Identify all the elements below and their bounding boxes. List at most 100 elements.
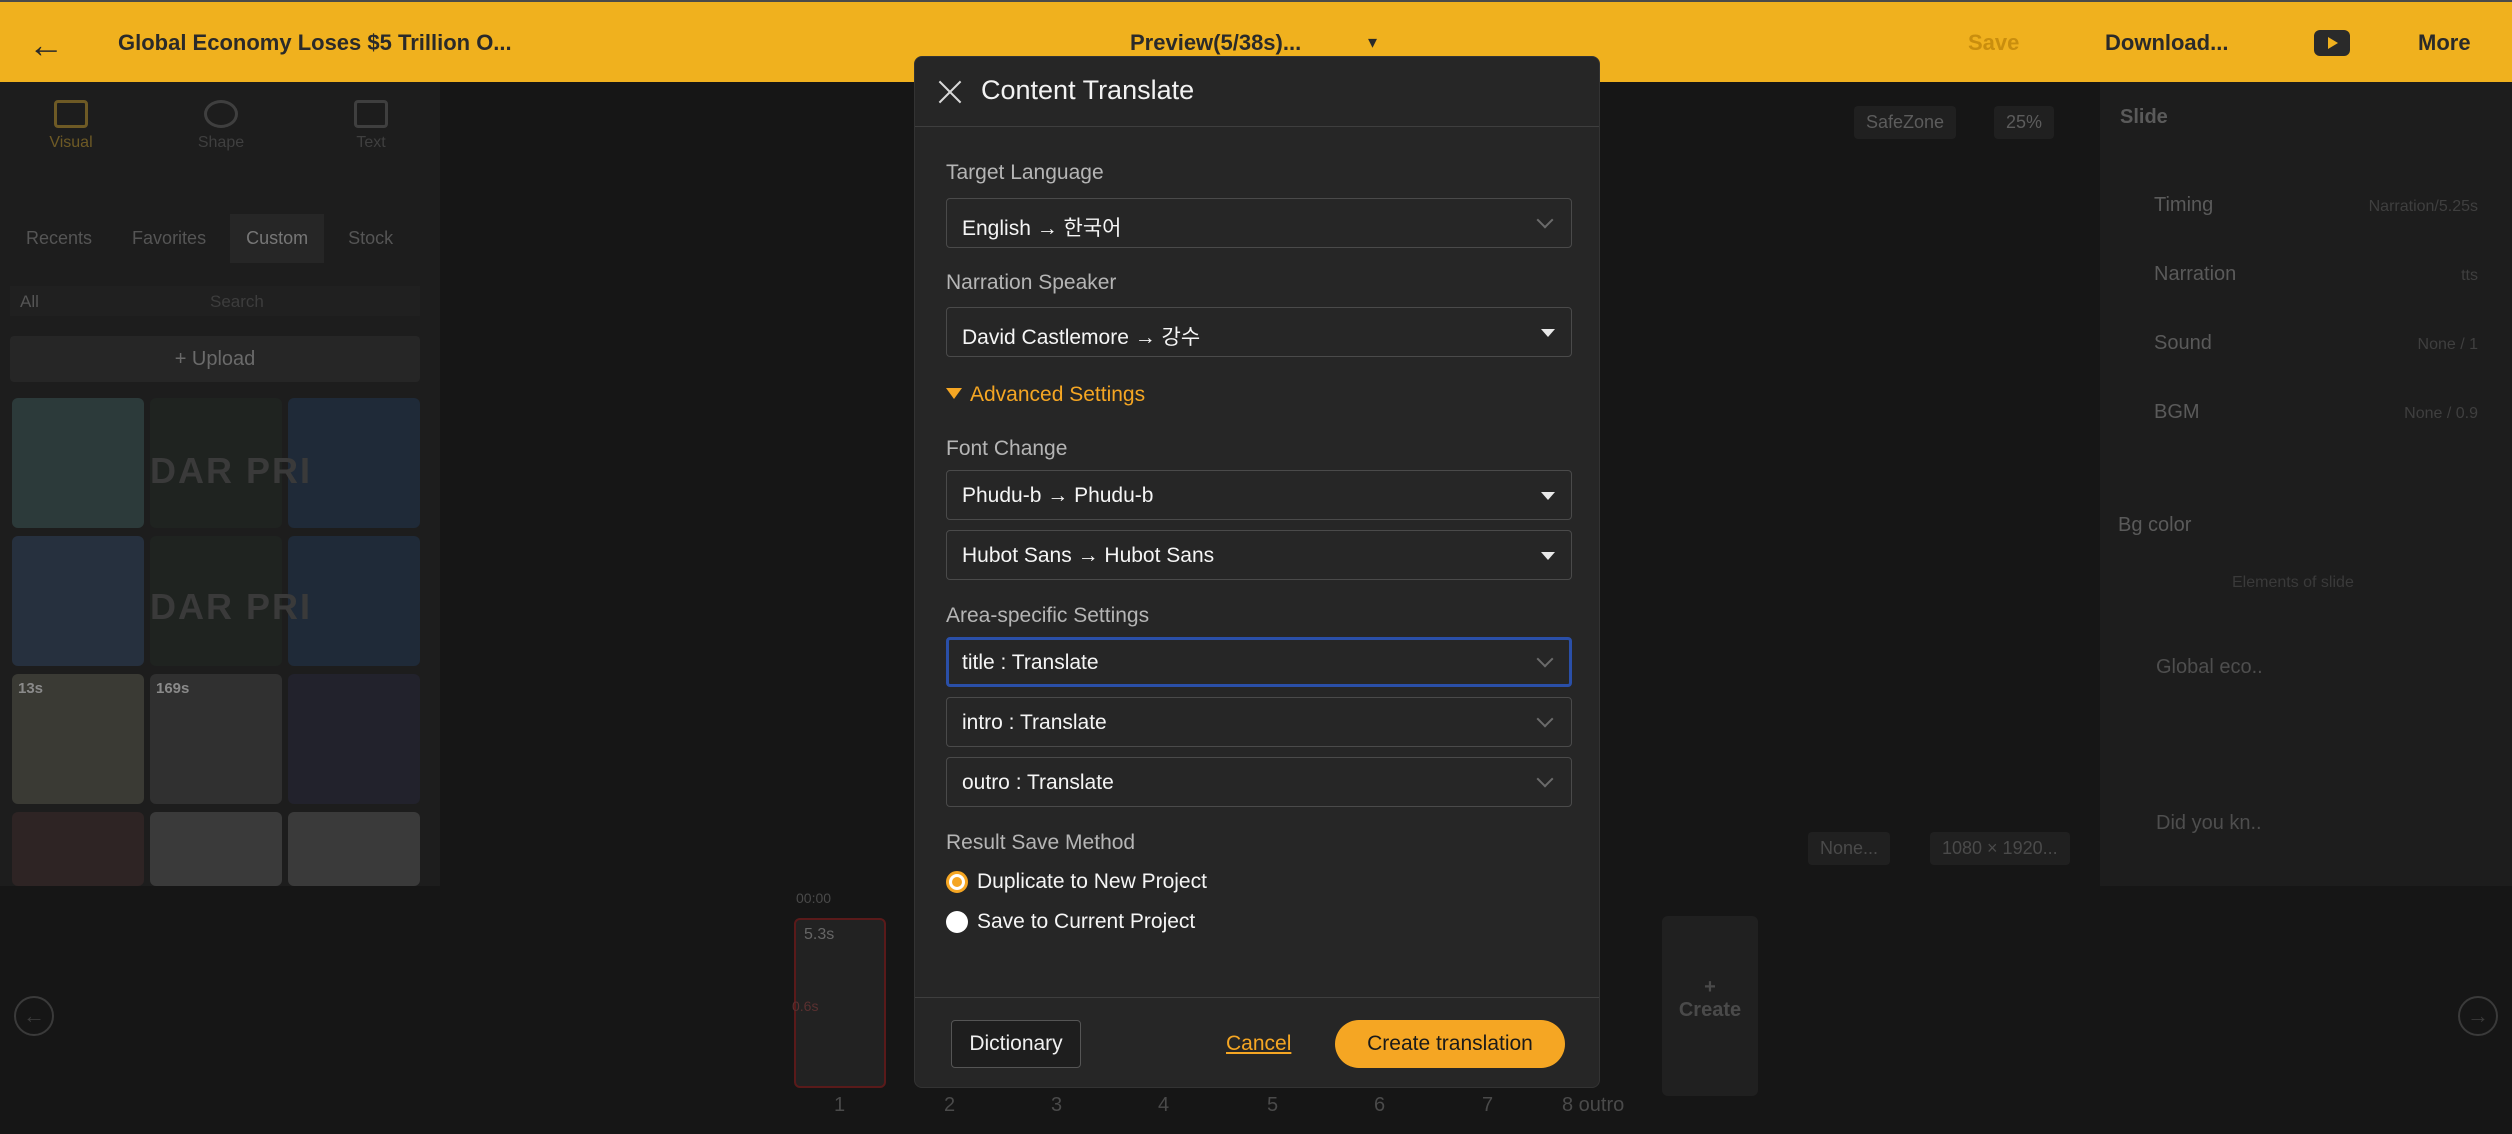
tool-tab-label: Shape <box>197 134 245 151</box>
create-translation-button[interactable]: Create translation <box>1335 1020 1565 1068</box>
asset-search-input[interactable]: Search <box>210 292 264 312</box>
result-save-label: Result Save Method <box>946 831 1136 854</box>
timeline-time: 00:00 <box>796 890 832 906</box>
bg-color-setting[interactable]: Bg color <box>2118 514 2478 548</box>
font-change-select-2[interactable]: Hubot Sans → Hubot Sans <box>946 530 1572 580</box>
setting-value: Narration/5.25s <box>2368 198 2478 215</box>
canvas-size-chip[interactable]: 1080 × 1920... <box>1930 832 2070 865</box>
target-language-select[interactable]: English → 한국어 <box>946 198 1572 248</box>
slide-number[interactable]: 5 <box>1267 1094 1278 1117</box>
preview-dropdown[interactable]: Preview(5/38s)... <box>1130 30 1301 56</box>
duration-badge: 169s <box>156 680 190 697</box>
select-value: title : Translate <box>962 651 1099 674</box>
subtab-favorites[interactable]: Favorites <box>116 214 222 263</box>
target-language-label: Target Language <box>946 161 1104 184</box>
subtab-stock[interactable]: Stock <box>332 214 409 263</box>
upload-button[interactable]: + Upload <box>10 336 420 382</box>
narration-speaker-select[interactable]: David Castlemore → 강수 <box>946 307 1572 357</box>
cancel-button[interactable]: Cancel <box>1226 1032 1291 1056</box>
content-translate-dialog: Content Translate Target Language Englis… <box>914 56 1600 1088</box>
dialog-footer: Dictionary Cancel Create translation <box>915 997 1599 1087</box>
font-change-select-1[interactable]: Phudu-b → Phudu-b <box>946 470 1572 520</box>
narration-speaker-label: Narration Speaker <box>946 271 1117 294</box>
asset-thumbnail[interactable] <box>12 536 144 666</box>
slide-number[interactable]: 3 <box>1051 1094 1062 1117</box>
dictionary-button[interactable]: Dictionary <box>951 1020 1081 1068</box>
area-settings-label: Area-specific Settings <box>946 604 1150 627</box>
timeline-slide-1[interactable]: 5.3s 0.6s <box>792 918 886 1088</box>
arrow-left-icon[interactable]: ← <box>14 996 54 1036</box>
setting-label: Narration <box>2154 263 2237 285</box>
radio-indicator <box>946 911 968 933</box>
subtab-recents[interactable]: Recents <box>10 214 108 263</box>
slide-setting-bgm[interactable]: BGM None / 0.9 <box>2118 401 2478 435</box>
zoom-dropdown[interactable]: 25% <box>1994 106 2055 139</box>
arrow-left-icon[interactable]: ← <box>28 24 64 66</box>
chevron-down-icon <box>1536 710 1554 728</box>
setting-value: None / 0.9 <box>2404 405 2478 422</box>
asset-thumbnail[interactable]: 169s <box>150 674 282 804</box>
asset-filter-row: All Search <box>10 286 420 316</box>
youtube-icon[interactable] <box>2314 30 2350 56</box>
slide-setting-narration[interactable]: Narration tts <box>2118 263 2478 297</box>
tool-tab-text[interactable]: Text <box>316 100 426 152</box>
area-select-outro[interactable]: outro : Translate <box>946 757 1572 807</box>
caret-down-icon <box>1541 552 1555 560</box>
setting-label: Timing <box>2154 194 2214 216</box>
subtab-custom[interactable]: Custom <box>230 214 325 263</box>
font-change-label: Font Change <box>946 437 1068 460</box>
setting-label: BGM <box>2154 401 2200 423</box>
asset-thumbnail[interactable] <box>288 674 420 804</box>
select-value: outro : Translate <box>962 771 1114 794</box>
arrow-right-icon[interactable]: → <box>2458 996 2498 1036</box>
chevron-down-icon <box>1536 211 1554 229</box>
slide-element-item[interactable]: Global eco.. <box>2156 656 2263 679</box>
slide-element-item[interactable]: Did you kn.. <box>2156 812 2262 835</box>
asset-thumbnail[interactable] <box>150 812 282 886</box>
text-icon <box>354 100 388 128</box>
chevron-down-icon <box>1536 770 1554 788</box>
slide-number[interactable]: 4 <box>1158 1094 1169 1117</box>
asset-thumbnail[interactable]: 13s <box>12 674 144 804</box>
bgm-chip[interactable]: None... <box>1808 832 1891 865</box>
area-select-title[interactable]: title : Translate <box>946 637 1572 687</box>
asset-thumbnail[interactable] <box>12 398 144 528</box>
slide-number[interactable]: 8 outro <box>1562 1094 1624 1117</box>
advanced-settings-toggle[interactable]: Advanced Settings <box>946 383 1145 407</box>
thumbnail-text: DAR PRI <box>150 586 313 627</box>
safezone-toggle[interactable]: SafeZone <box>1854 106 1957 139</box>
tool-tab-label: Visual <box>49 134 93 151</box>
more-menu-button[interactable]: More <box>2418 30 2471 56</box>
area-select-intro[interactable]: intro : Translate <box>946 697 1572 747</box>
asset-thumbnail[interactable] <box>12 812 144 886</box>
caret-down-icon <box>1541 492 1555 500</box>
slide-number[interactable]: 6 <box>1374 1094 1385 1117</box>
download-button[interactable]: Download... <box>2105 30 2228 56</box>
thumbnail-text: DAR PRI <box>150 450 313 491</box>
image-icon <box>54 100 88 128</box>
create-slide-button[interactable]: + Create <box>1662 916 1758 1096</box>
close-icon[interactable] <box>935 77 965 107</box>
duration-badge: 13s <box>18 680 44 697</box>
asset-thumbnail[interactable] <box>288 812 420 886</box>
filter-dropdown[interactable]: All <box>20 292 39 311</box>
select-value: English → 한국어 <box>962 217 1122 240</box>
create-label: Create <box>1678 999 1742 1021</box>
radio-selected-indicator <box>946 871 968 893</box>
shape-icon <box>204 100 238 128</box>
tool-tab-shape[interactable]: Shape <box>166 100 276 152</box>
slide-number[interactable]: 7 <box>1482 1094 1493 1117</box>
project-title: Global Economy Loses $5 Trillion O... <box>118 30 512 55</box>
save-button[interactable]: Save <box>1968 30 2019 56</box>
slide-number[interactable]: 1 <box>834 1094 845 1117</box>
slide-setting-sound[interactable]: Sound None / 1 <box>2118 332 2478 366</box>
slide-sub-duration: 0.6s <box>792 998 819 1014</box>
slide-number[interactable]: 2 <box>944 1094 955 1117</box>
dialog-header: Content Translate <box>915 57 1599 127</box>
slide-setting-timing[interactable]: Timing Narration/5.25s <box>2118 194 2478 228</box>
chevron-down-icon[interactable]: ▾ <box>1368 32 1377 53</box>
chevron-down-icon <box>1536 650 1554 668</box>
radio-label: Save to Current Project <box>977 910 1196 933</box>
setting-value: None / 1 <box>2417 336 2478 353</box>
tool-tab-visual[interactable]: Visual <box>16 100 126 152</box>
